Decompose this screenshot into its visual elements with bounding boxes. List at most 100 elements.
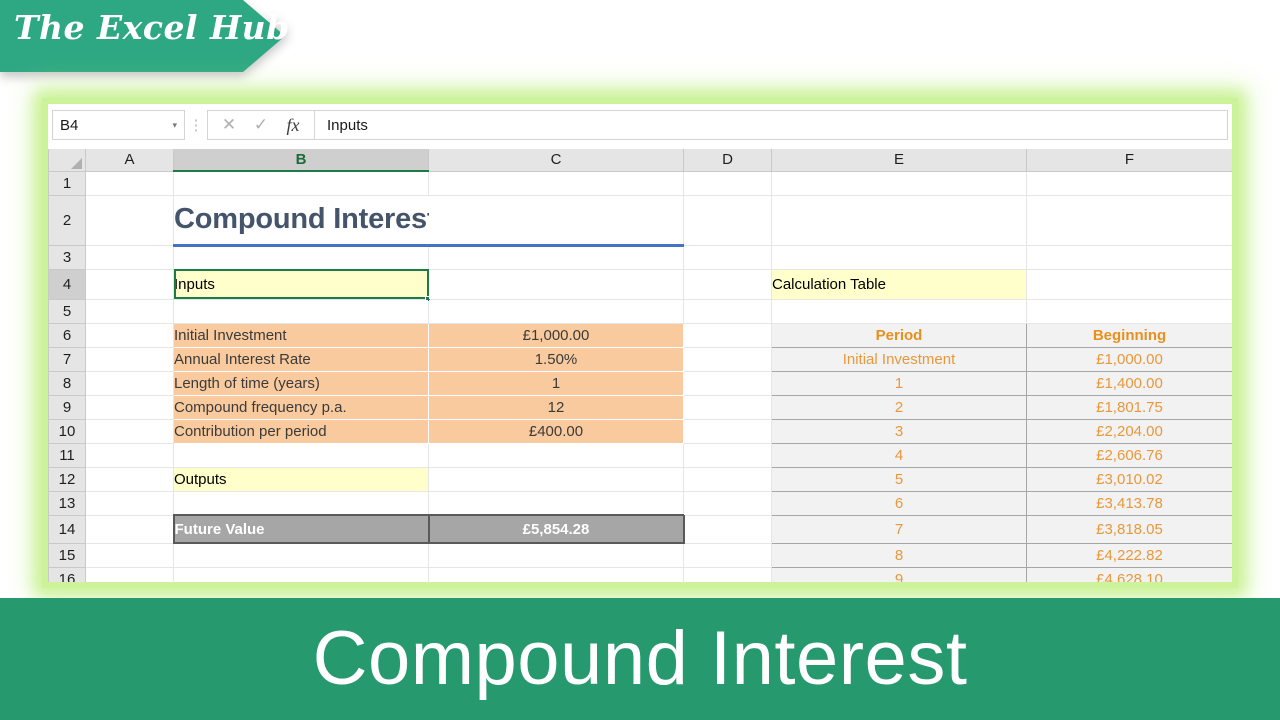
row-header-4[interactable]: 4 <box>49 269 86 299</box>
calc-period-1[interactable]: 1 <box>772 371 1027 395</box>
cell-d14[interactable] <box>684 515 772 543</box>
calc-period-6[interactable]: 6 <box>772 491 1027 515</box>
cell-c11[interactable] <box>429 443 684 467</box>
cell-c3[interactable] <box>429 245 684 269</box>
row-header-9[interactable]: 9 <box>49 395 86 419</box>
cell-d9[interactable] <box>684 395 772 419</box>
cell-a16[interactable] <box>86 567 174 582</box>
column-header-e[interactable]: E <box>772 149 1027 171</box>
row-header-7[interactable]: 7 <box>49 347 86 371</box>
cell-a11[interactable] <box>86 443 174 467</box>
input-value-0[interactable]: £1,000.00 <box>429 323 684 347</box>
name-box[interactable]: B4 ▾ <box>52 110 185 140</box>
calc-beginning-0[interactable]: £1,000.00 <box>1027 347 1233 371</box>
cell-c13[interactable] <box>429 491 684 515</box>
cell-a13[interactable] <box>86 491 174 515</box>
column-header-c[interactable]: C <box>429 149 684 171</box>
cell-c5[interactable] <box>429 299 684 323</box>
row-header-8[interactable]: 8 <box>49 371 86 395</box>
more-options-icon[interactable]: ⋮ <box>185 118 207 133</box>
row-header-13[interactable]: 13 <box>49 491 86 515</box>
calc-beginning-7[interactable]: £3,818.05 <box>1027 515 1233 543</box>
cell-d2[interactable] <box>684 195 772 245</box>
row-header-3[interactable]: 3 <box>49 245 86 269</box>
calc-beginning-2[interactable]: £1,801.75 <box>1027 395 1233 419</box>
cell-f1[interactable] <box>1027 171 1233 195</box>
cell-d8[interactable] <box>684 371 772 395</box>
cell-c12[interactable] <box>429 467 684 491</box>
calc-beginning-4[interactable]: £2,606.76 <box>1027 443 1233 467</box>
cell-f5[interactable] <box>1027 299 1233 323</box>
insert-function-icon[interactable]: fx <box>278 112 308 138</box>
input-label-0[interactable]: Initial Investment <box>174 323 429 347</box>
calc-period-8[interactable]: 8 <box>772 543 1027 567</box>
cell-b16[interactable] <box>174 567 429 582</box>
row-header-10[interactable]: 10 <box>49 419 86 443</box>
cell-a9[interactable] <box>86 395 174 419</box>
row-header-14[interactable]: 14 <box>49 515 86 543</box>
input-value-1[interactable]: 1.50% <box>429 347 684 371</box>
cell-b3[interactable] <box>174 245 429 269</box>
cell-a14[interactable] <box>86 515 174 543</box>
cell-d15[interactable] <box>684 543 772 567</box>
cell-f3[interactable] <box>1027 245 1233 269</box>
inputs-section-label[interactable]: Inputs <box>174 269 429 299</box>
cell-d10[interactable] <box>684 419 772 443</box>
cell-c2[interactable] <box>429 195 684 245</box>
cell-c15[interactable] <box>429 543 684 567</box>
column-header-a[interactable]: A <box>86 149 174 171</box>
cell-a3[interactable] <box>86 245 174 269</box>
cell-e5[interactable] <box>772 299 1027 323</box>
column-header-d[interactable]: D <box>684 149 772 171</box>
outputs-section-label[interactable]: Outputs <box>174 467 429 491</box>
cell-a12[interactable] <box>86 467 174 491</box>
cell-e3[interactable] <box>772 245 1027 269</box>
cell-c4[interactable] <box>429 269 684 299</box>
cell-d13[interactable] <box>684 491 772 515</box>
calc-beginning-1[interactable]: £1,400.00 <box>1027 371 1233 395</box>
calc-period-9[interactable]: 9 <box>772 567 1027 582</box>
input-label-2[interactable]: Length of time (years) <box>174 371 429 395</box>
page-title[interactable]: Compound Interest Calculator <box>174 195 429 245</box>
row-header-2[interactable]: 2 <box>49 195 86 245</box>
cell-c1[interactable] <box>429 171 684 195</box>
cell-f2[interactable] <box>1027 195 1233 245</box>
cell-d12[interactable] <box>684 467 772 491</box>
cancel-icon[interactable]: ✕ <box>214 112 244 138</box>
cell-a2[interactable] <box>86 195 174 245</box>
cell-e2[interactable] <box>772 195 1027 245</box>
cell-e1[interactable] <box>772 171 1027 195</box>
cell-a15[interactable] <box>86 543 174 567</box>
cell-b11[interactable] <box>174 443 429 467</box>
select-all-corner[interactable] <box>49 149 86 171</box>
cell-a10[interactable] <box>86 419 174 443</box>
input-label-4[interactable]: Contribution per period <box>174 419 429 443</box>
cell-d5[interactable] <box>684 299 772 323</box>
cell-b15[interactable] <box>174 543 429 567</box>
calc-period-7[interactable]: 7 <box>772 515 1027 543</box>
cell-a4[interactable] <box>86 269 174 299</box>
cell-a5[interactable] <box>86 299 174 323</box>
cell-f4[interactable] <box>1027 269 1233 299</box>
calc-period-0[interactable]: Initial Investment <box>772 347 1027 371</box>
cell-a1[interactable] <box>86 171 174 195</box>
cell-a8[interactable] <box>86 371 174 395</box>
row-header-6[interactable]: 6 <box>49 323 86 347</box>
cell-a6[interactable] <box>86 323 174 347</box>
calc-period-4[interactable]: 4 <box>772 443 1027 467</box>
calc-period-3[interactable]: 3 <box>772 419 1027 443</box>
cell-d11[interactable] <box>684 443 772 467</box>
calc-beginning-9[interactable]: £4,628.10 <box>1027 567 1233 582</box>
cell-b5[interactable] <box>174 299 429 323</box>
calc-beginning-6[interactable]: £3,413.78 <box>1027 491 1233 515</box>
calculation-table-label[interactable]: Calculation Table <box>772 269 1027 299</box>
row-header-5[interactable]: 5 <box>49 299 86 323</box>
calc-header-beginning[interactable]: Beginning <box>1027 323 1233 347</box>
row-header-15[interactable]: 15 <box>49 543 86 567</box>
calc-beginning-5[interactable]: £3,010.02 <box>1027 467 1233 491</box>
input-value-3[interactable]: 12 <box>429 395 684 419</box>
cell-d3[interactable] <box>684 245 772 269</box>
input-value-4[interactable]: £400.00 <box>429 419 684 443</box>
row-header-12[interactable]: 12 <box>49 467 86 491</box>
future-value-label[interactable]: Future Value <box>174 515 429 543</box>
